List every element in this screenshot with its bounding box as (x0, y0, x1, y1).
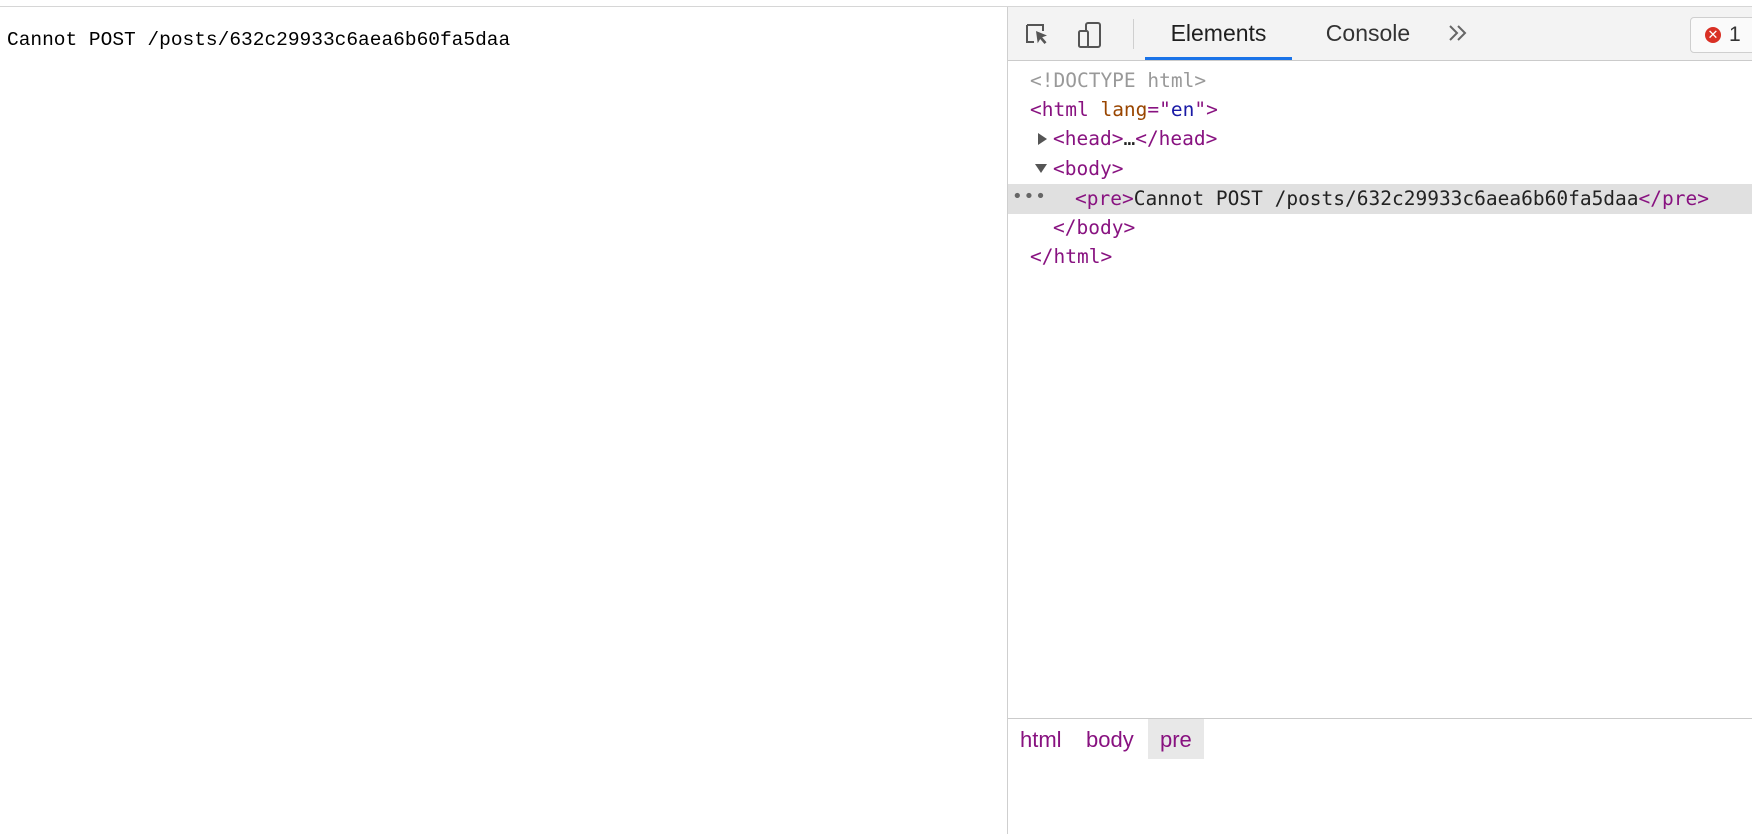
expand-triangle-icon[interactable] (1035, 124, 1049, 154)
tab-elements[interactable]: Elements (1145, 7, 1292, 60)
inspect-element-icon[interactable] (1022, 19, 1054, 51)
head-open-tag: <head> (1053, 127, 1124, 150)
html-open-tag: <html (1030, 98, 1089, 121)
collapse-triangle-icon[interactable] (1034, 154, 1048, 184)
dom-node-body-close[interactable]: </body> (1008, 213, 1752, 243)
dom-node-doctype[interactable]: <!DOCTYPE html> (1008, 66, 1752, 96)
breadcrumb-html[interactable]: html (1008, 719, 1074, 759)
pre-text-content: Cannot POST /posts/632c29933c6aea6b60fa5… (1133, 187, 1639, 210)
head-close-tag: </head> (1135, 127, 1218, 150)
devtools-panel: Elements Console ✕ 1 <!DOCTYPE html> <ht… (1007, 7, 1752, 834)
devtools-toolbar: Elements Console ✕ 1 (1008, 7, 1752, 61)
head-ellipsis: … (1123, 127, 1136, 150)
html-lang-value: en (1170, 98, 1195, 121)
tab-console[interactable]: Console (1308, 7, 1428, 60)
dom-node-html-close[interactable]: </html> (1008, 242, 1752, 272)
dom-node-head[interactable]: <head>…</head> (1008, 124, 1752, 154)
dom-tree: <!DOCTYPE html> <html lang="en"> <head>…… (1008, 61, 1752, 719)
node-actions-icon[interactable]: ••• (1012, 182, 1047, 212)
error-icon: ✕ (1705, 27, 1721, 43)
breadcrumb: html body pre (1008, 718, 1752, 834)
response-text: Cannot POST /posts/632c29933c6aea6b60fa5… (7, 29, 511, 51)
page-viewport: Cannot POST /posts/632c29933c6aea6b60fa5… (0, 7, 1007, 834)
more-tabs-icon[interactable] (1443, 18, 1473, 48)
dom-node-pre[interactable]: ••• <pre>Cannot POST /posts/632c29933c6a… (1008, 184, 1752, 214)
doctype-text: <!DOCTYPE html> (1030, 69, 1207, 92)
pre-close-tag: </pre> (1638, 187, 1709, 210)
error-counter-button[interactable]: ✕ 1 (1690, 17, 1752, 53)
dom-node-body[interactable]: <body> (1008, 154, 1752, 184)
breadcrumb-body[interactable]: body (1074, 719, 1146, 759)
html-close-tag: </html> (1030, 245, 1113, 268)
breadcrumb-pre[interactable]: pre (1148, 719, 1204, 759)
html-lang-attr: lang (1100, 98, 1148, 121)
body-close-tag: </body> (1053, 216, 1136, 239)
dom-node-html[interactable]: <html lang="en"> (1008, 95, 1752, 125)
device-toolbar-icon[interactable] (1074, 19, 1106, 51)
error-count: 1 (1729, 23, 1741, 46)
pre-open-tag: <pre> (1075, 187, 1134, 210)
toolbar-separator (1133, 19, 1134, 49)
html-lang-eq: =" (1147, 98, 1171, 121)
html-lang-close: "> (1194, 98, 1218, 121)
active-tab-indicator (1145, 57, 1292, 60)
body-open-tag: <body> (1053, 157, 1124, 180)
